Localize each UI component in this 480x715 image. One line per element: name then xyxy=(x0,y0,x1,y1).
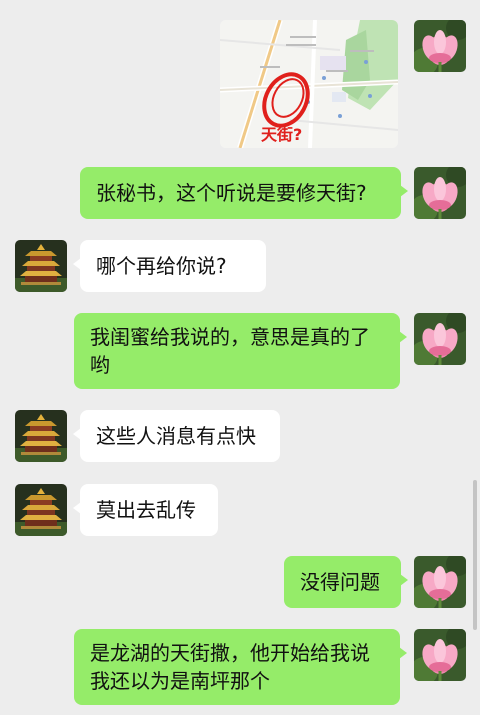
pavilion-tower-icon xyxy=(15,484,67,536)
contact-avatar[interactable] xyxy=(15,484,67,536)
self-avatar[interactable] xyxy=(414,629,466,681)
map-image-message[interactable]: 天街? xyxy=(220,20,398,148)
pavilion-tower-icon xyxy=(15,410,67,462)
scrollbar[interactable] xyxy=(473,480,477,630)
lotus-flower-icon xyxy=(414,556,466,608)
map-image xyxy=(220,20,398,148)
map-annotation-label: 天街? xyxy=(261,125,303,144)
lotus-flower-icon xyxy=(414,167,466,219)
contact-avatar[interactable] xyxy=(15,410,67,462)
message-bubble-incoming[interactable]: 这些人消息有点快 xyxy=(73,410,280,462)
lotus-flower-icon xyxy=(414,629,466,681)
message-bubble-incoming[interactable]: 哪个再给你说? xyxy=(73,240,266,292)
message-bubble-outgoing[interactable]: 我闺蜜给我说的，意思是真的了哟 xyxy=(74,313,407,389)
self-avatar[interactable] xyxy=(414,556,466,608)
message-bubble-incoming[interactable]: 莫出去乱传 xyxy=(73,484,218,536)
chat-window: 天街? 张秘书，这个听说是要修天街? 哪个再给你说? 我闺蜜给我说的，意思是真的… xyxy=(0,0,480,715)
self-avatar[interactable] xyxy=(414,20,466,72)
lotus-flower-icon xyxy=(414,20,466,72)
message-bubble-outgoing[interactable]: 是龙湖的天街撒，他开始给我说我还以为是南坪那个 xyxy=(74,629,407,705)
message-bubble-outgoing[interactable]: 张秘书，这个听说是要修天街? xyxy=(80,167,408,219)
self-avatar[interactable] xyxy=(414,313,466,365)
self-avatar[interactable] xyxy=(414,167,466,219)
message-bubble-outgoing[interactable]: 没得问题 xyxy=(284,556,408,608)
contact-avatar[interactable] xyxy=(15,240,67,292)
pavilion-tower-icon xyxy=(15,240,67,292)
lotus-flower-icon xyxy=(414,313,466,365)
